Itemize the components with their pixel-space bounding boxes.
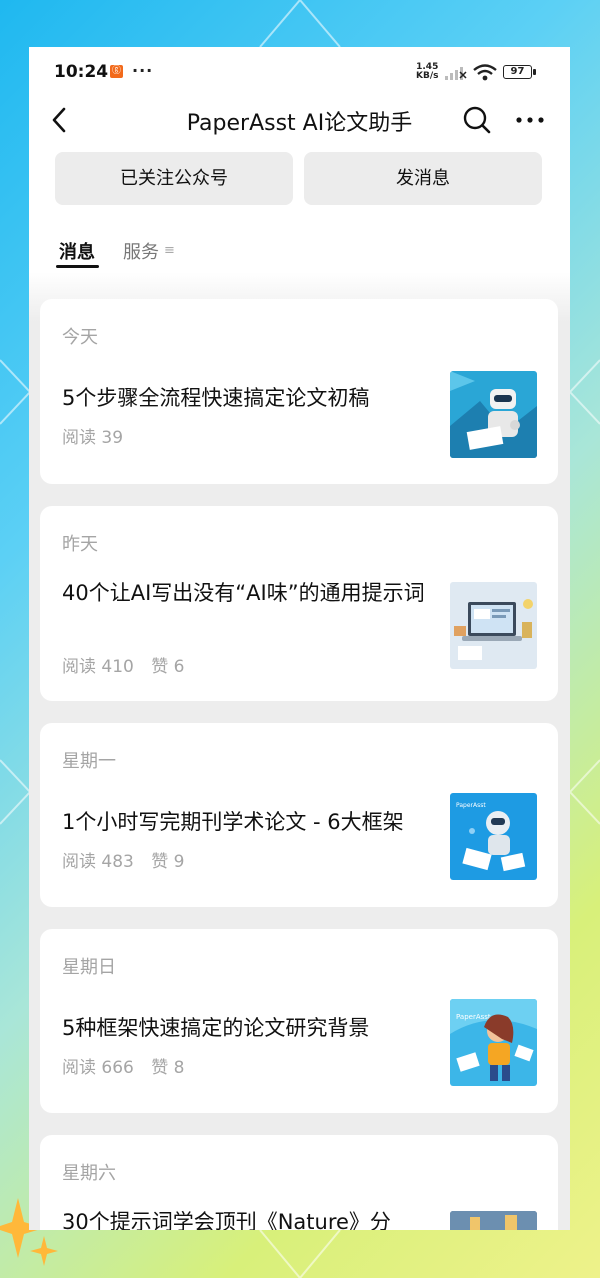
nav-bar: PaperAsst AI论文助手 bbox=[29, 97, 570, 143]
article-card[interactable]: 星期日 5种框架快速搞定的论文研究背景 阅读 666 赞 8 PaperAsst bbox=[40, 929, 558, 1113]
menu-icon: ≡ bbox=[164, 243, 175, 258]
phone-screen: 10:24 ⓖ ··· 1.45 KB/s 97 PaperAsst AI论文助… bbox=[29, 47, 570, 1230]
followed-account-button[interactable]: 已关注公众号 bbox=[55, 152, 293, 205]
article-thumbnail[interactable]: PaperAsst bbox=[450, 793, 537, 880]
article-card[interactable]: 星期一 1个小时写完期刊学术论文 - 6大框架 阅读 483 赞 9 Paper… bbox=[40, 723, 558, 907]
article-stats: 阅读 483 赞 9 bbox=[62, 847, 197, 872]
more-horizontal-icon[interactable] bbox=[514, 105, 546, 135]
tab-services[interactable]: 服务 bbox=[123, 238, 159, 264]
status-time: 10:24 bbox=[54, 62, 109, 82]
page-title: PaperAsst AI论文助手 bbox=[186, 111, 413, 136]
article-title[interactable]: 5个步骤全流程快速搞定论文初稿 bbox=[62, 381, 430, 415]
card-date: 昨天 bbox=[62, 534, 98, 555]
chevron-left-icon[interactable] bbox=[45, 105, 75, 135]
article-title[interactable]: 30个提示词学会顶刊《Nature》分 bbox=[62, 1205, 430, 1230]
app-notification-icon: ⓖ bbox=[110, 65, 123, 78]
read-count: 阅读 483 bbox=[62, 852, 134, 872]
article-stats: 阅读 410 赞 6 bbox=[62, 652, 197, 677]
article-stats: 阅读 39 bbox=[62, 423, 135, 448]
thumbnail-label: PaperAsst bbox=[456, 1013, 491, 1021]
card-date: 星期一 bbox=[62, 751, 116, 772]
article-title[interactable]: 1个小时写完期刊学术论文 - 6大框架 bbox=[62, 805, 430, 839]
read-count: 阅读 410 bbox=[62, 657, 134, 677]
status-more-icon: ··· bbox=[132, 61, 154, 80]
article-stats: 阅读 666 赞 8 bbox=[62, 1053, 197, 1078]
like-count: 赞 6 bbox=[151, 657, 185, 677]
article-thumbnail[interactable]: PaperAsst bbox=[450, 999, 537, 1086]
article-thumbnail[interactable] bbox=[450, 371, 537, 458]
article-thumbnail[interactable] bbox=[450, 582, 537, 669]
network-speed: 1.45 KB/s bbox=[416, 63, 438, 81]
thumbnail-label: PaperAsst bbox=[456, 802, 486, 809]
card-date: 星期六 bbox=[62, 1163, 116, 1184]
article-card[interactable]: 昨天 40个让AI写出没有“AI味”的通用提示词 阅读 410 赞 6 bbox=[40, 506, 558, 701]
status-bar: 10:24 ⓖ ··· 1.45 KB/s 97 bbox=[29, 47, 570, 97]
search-icon[interactable] bbox=[462, 105, 492, 135]
network-speed-unit: KB/s bbox=[416, 71, 439, 81]
read-count: 阅读 39 bbox=[62, 428, 124, 448]
article-thumbnail[interactable] bbox=[450, 1211, 537, 1230]
tab-active-indicator bbox=[56, 265, 99, 268]
article-title[interactable]: 40个让AI写出没有“AI味”的通用提示词 bbox=[62, 576, 430, 610]
card-date: 今天 bbox=[62, 327, 98, 348]
article-card[interactable]: 星期六 30个提示词学会顶刊《Nature》分 bbox=[40, 1135, 558, 1230]
like-count: 赞 8 bbox=[151, 1058, 185, 1078]
card-date: 星期日 bbox=[62, 957, 116, 978]
article-title[interactable]: 5种框架快速搞定的论文研究背景 bbox=[62, 1011, 430, 1045]
read-count: 阅读 666 bbox=[62, 1058, 134, 1078]
send-message-button[interactable]: 发消息 bbox=[304, 152, 542, 205]
tab-messages[interactable]: 消息 bbox=[59, 238, 95, 264]
signal-icon bbox=[445, 67, 467, 80]
wifi-icon bbox=[473, 64, 497, 81]
tab-bar: 消息 服务 ≡ bbox=[29, 234, 570, 274]
battery-indicator: 97 bbox=[503, 65, 536, 79]
article-card[interactable]: 今天 5个步骤全流程快速搞定论文初稿 阅读 39 bbox=[40, 299, 558, 484]
like-count: 赞 9 bbox=[151, 852, 185, 872]
